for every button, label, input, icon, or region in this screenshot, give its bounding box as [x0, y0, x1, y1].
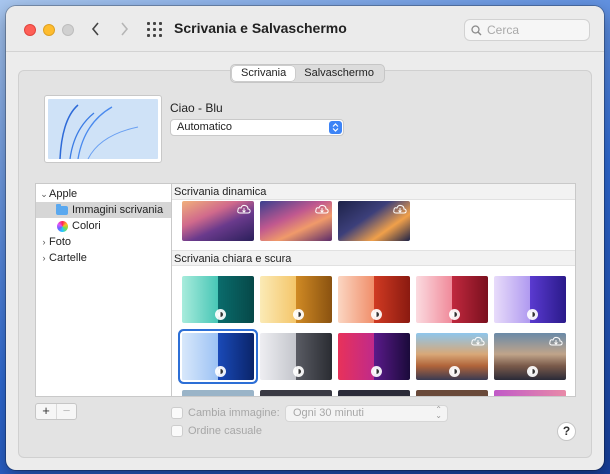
interval-value: Ogni 30 minuti [293, 407, 364, 419]
forward-button[interactable] [114, 19, 134, 39]
wallpaper-thumbnail[interactable] [416, 276, 488, 323]
wallpaper-grid: Scrivania dinamica Scrivania chiara e sc… [171, 183, 576, 397]
section-header-dynamic: Scrivania dinamica [172, 184, 575, 200]
wallpaper-thumbnail[interactable] [182, 390, 254, 396]
sidebar-item-foto[interactable]: › Foto [36, 234, 171, 250]
wallpaper-thumbnail[interactable] [338, 333, 410, 380]
tab-scrivania[interactable]: Scrivania [232, 66, 296, 81]
title-bar: Scrivania e Salvaschermo [6, 6, 604, 52]
wallpaper-thumbnail[interactable] [338, 201, 410, 241]
wallpaper-thumbnail[interactable] [494, 276, 566, 323]
window-title: Scrivania e Salvaschermo [174, 20, 347, 36]
section-header-light-dark: Scrivania chiara e scura [172, 250, 575, 266]
wallpaper-thumbnail[interactable] [182, 201, 254, 241]
sidebar-item-colori[interactable]: Colori [36, 218, 171, 234]
colors-icon [57, 220, 68, 232]
light-dark-badge-icon [449, 366, 460, 377]
chevron-right-icon[interactable]: › [39, 237, 49, 247]
cloud-download-icon[interactable] [237, 204, 251, 214]
wallpaper-thumbnail-selected[interactable] [182, 333, 254, 380]
search-field[interactable] [464, 19, 590, 41]
remove-folder-button[interactable]: − [56, 404, 76, 419]
sidebar-item-label: Colori [72, 220, 101, 232]
appearance-mode-select[interactable]: Automatico [170, 119, 344, 136]
light-dark-badge-icon [527, 309, 538, 320]
help-button[interactable]: ? [557, 422, 576, 441]
wallpaper-thumbnail[interactable] [494, 333, 566, 380]
show-all-grid-icon[interactable] [147, 22, 162, 37]
appearance-mode-value: Automatico [177, 121, 233, 133]
chevron-left-icon [91, 22, 99, 36]
light-dark-badge-icon [371, 366, 382, 377]
wallpaper-thumbnail[interactable] [260, 390, 332, 396]
random-order-label: Ordine casuale [188, 425, 262, 437]
sidebar-item-label: Immagini scrivania [72, 204, 164, 216]
interval-select[interactable]: Ogni 30 minuti ⌃ ⌄ [285, 405, 448, 422]
chevron-right-icon [120, 22, 128, 36]
zoom-button[interactable] [62, 24, 74, 36]
preferences-window: Scrivania e Salvaschermo Scrivania Salva… [6, 6, 604, 470]
sidebar-item-label: Foto [49, 236, 72, 248]
tab-salvaschermo[interactable]: Salvaschermo [295, 66, 383, 81]
light-dark-badge-icon [527, 366, 538, 377]
up-down-arrows-icon: ⌃ ⌄ [435, 405, 442, 420]
chevron-down-icon[interactable]: ⌄ [39, 189, 49, 200]
cloud-download-icon[interactable] [549, 336, 563, 346]
random-order-checkbox[interactable] [171, 425, 183, 437]
light-dark-badge-icon [215, 309, 226, 320]
wallpaper-name: Ciao - Blu [170, 101, 223, 115]
wallpaper-thumbnail[interactable] [260, 333, 332, 380]
wallpaper-thumbnail[interactable] [416, 390, 488, 396]
light-dark-badge-icon [293, 309, 304, 320]
sidebar-item-immagini-scrivania[interactable]: Immagini scrivania [36, 202, 171, 218]
wallpaper-thumbnail[interactable] [260, 276, 332, 323]
wallpaper-thumbnail[interactable] [182, 276, 254, 323]
light-dark-badge-icon [215, 366, 226, 377]
change-picture-label: Cambia immagine: [188, 407, 280, 419]
wallpaper-thumbnail[interactable] [494, 390, 566, 396]
folder-icon [56, 203, 68, 215]
minimize-button[interactable] [43, 24, 55, 36]
change-picture-checkbox[interactable] [171, 407, 183, 419]
add-remove-control: + − [35, 403, 77, 420]
cloud-download-icon[interactable] [471, 336, 485, 346]
wallpaper-thumbnail[interactable] [338, 276, 410, 323]
chevron-right-icon[interactable]: › [39, 253, 49, 263]
wallpaper-preview-image [48, 99, 158, 160]
search-input[interactable] [487, 23, 583, 37]
wallpaper-thumbnail[interactable] [260, 201, 332, 241]
light-dark-badge-icon [371, 309, 382, 320]
add-folder-button[interactable]: + [36, 404, 56, 419]
sidebar-item-label: Apple [49, 188, 78, 200]
sidebar-item-cartelle[interactable]: › Cartelle [36, 250, 171, 266]
source-sidebar: ⌄ Apple Immagini scrivania Colori › Foto… [35, 183, 171, 397]
search-icon [471, 24, 482, 35]
back-button[interactable] [85, 19, 105, 39]
sidebar-item-apple[interactable]: ⌄ Apple [36, 186, 171, 202]
wallpaper-thumbnail[interactable] [338, 390, 410, 396]
light-dark-badge-icon [449, 309, 460, 320]
current-wallpaper-preview [44, 95, 162, 163]
cloud-download-icon[interactable] [315, 204, 329, 214]
tab-segmented-control: Scrivania Salvaschermo [230, 64, 385, 83]
select-arrows-icon [329, 121, 342, 134]
light-dark-badge-icon [293, 366, 304, 377]
cloud-download-icon[interactable] [393, 204, 407, 214]
close-button[interactable] [24, 24, 36, 36]
wallpaper-thumbnail[interactable] [416, 333, 488, 380]
sidebar-item-label: Cartelle [49, 252, 87, 264]
random-order-option: Ordine casuale [171, 425, 262, 437]
change-picture-option: Cambia immagine: [171, 407, 280, 419]
